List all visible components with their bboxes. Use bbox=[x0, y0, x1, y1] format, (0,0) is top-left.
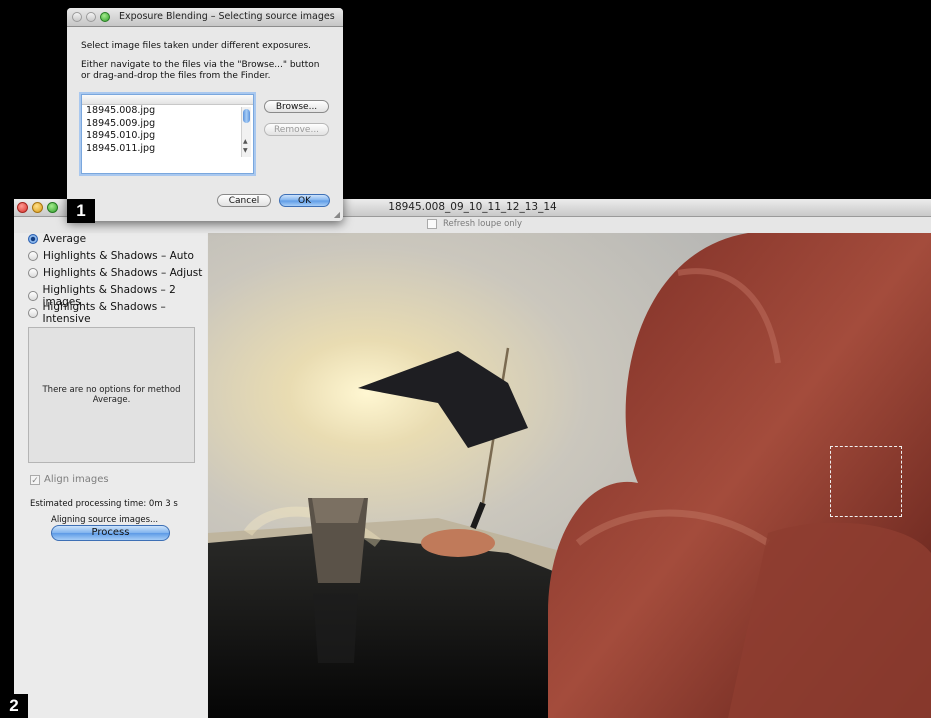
dialog-zoom-button[interactable] bbox=[100, 12, 110, 22]
list-item[interactable]: 18945.008.jpg bbox=[82, 105, 253, 118]
dialog-title: Exposure Blending – Selecting source ima… bbox=[119, 11, 335, 22]
radio-label: Highlights & Shadows – Adjust bbox=[43, 267, 203, 279]
dialog-titlebar: Exposure Blending – Selecting source ima… bbox=[67, 8, 343, 27]
align-images-checkbox[interactable]: ✓ Align images bbox=[30, 474, 109, 486]
align-images-label: Align images bbox=[44, 474, 109, 485]
radio-hs-adjust[interactable]: Highlights & Shadows – Adjust bbox=[28, 267, 202, 279]
radio-label: Highlights & Shadows – Auto bbox=[43, 250, 194, 262]
preview-photo-illustration bbox=[208, 233, 931, 718]
callout-badge-1: 1 bbox=[67, 199, 95, 223]
radio-icon[interactable] bbox=[28, 291, 38, 301]
radio-average[interactable]: Average bbox=[28, 233, 86, 245]
scroll-up-arrow-icon[interactable]: ▲ bbox=[243, 138, 248, 145]
dialog-close-button[interactable] bbox=[72, 12, 82, 22]
status-text: Aligning source images... bbox=[51, 515, 159, 525]
estimated-time: Estimated processing time: 0m 3 s bbox=[30, 499, 178, 509]
radio-icon[interactable] bbox=[28, 268, 38, 278]
method-options-box: There are no options for method Average. bbox=[28, 327, 195, 463]
cancel-button[interactable]: Cancel bbox=[217, 194, 271, 207]
scroll-down-arrow-icon[interactable]: ▼ bbox=[243, 147, 248, 154]
resize-grip-icon[interactable]: ◢ bbox=[334, 210, 340, 219]
method-panel: Average Highlights & Shadows – Auto High… bbox=[14, 233, 207, 718]
exposure-blending-dialog: Exposure Blending – Selecting source ima… bbox=[67, 8, 343, 221]
list-item[interactable]: 18945.011.jpg bbox=[82, 143, 253, 156]
refresh-loupe-label: Refresh loupe only bbox=[443, 219, 523, 229]
radio-icon[interactable] bbox=[28, 251, 38, 261]
dialog-instruction-1: Select image files taken under different… bbox=[81, 41, 312, 51]
browse-button[interactable]: Browse... bbox=[264, 100, 329, 113]
scroll-thumb[interactable] bbox=[243, 109, 250, 123]
list-item[interactable]: 18945.010.jpg bbox=[82, 130, 253, 143]
dialog-minimize-button[interactable] bbox=[86, 12, 96, 22]
radio-icon[interactable] bbox=[28, 308, 38, 318]
main-window: 18945.008_09_10_11_12_13_14 Refresh loup… bbox=[14, 199, 931, 718]
radio-hs-auto[interactable]: Highlights & Shadows – Auto bbox=[28, 250, 194, 262]
checkbox-icon[interactable] bbox=[427, 219, 437, 229]
file-list-header bbox=[82, 95, 253, 105]
loupe-selection[interactable] bbox=[830, 446, 902, 517]
checkmark-icon[interactable]: ✓ bbox=[30, 474, 40, 486]
list-item[interactable]: 18945.009.jpg bbox=[82, 118, 253, 131]
radio-label: Average bbox=[43, 233, 87, 245]
ok-button[interactable]: OK bbox=[279, 194, 330, 207]
instruction-line-1: Either navigate to the files via the "Br… bbox=[81, 60, 320, 70]
options-message: There are no options for method Average. bbox=[42, 385, 181, 405]
refresh-loupe-checkbox[interactable]: Refresh loupe only bbox=[427, 219, 522, 229]
radio-selected-icon[interactable] bbox=[28, 234, 38, 244]
dialog-instruction-2: Either navigate to the files via the "Br… bbox=[81, 60, 320, 82]
preview-image[interactable] bbox=[208, 233, 931, 718]
instruction-line-2: or drag-and-drop the files from the Find… bbox=[81, 71, 271, 81]
file-list-scrollbar[interactable]: ▲ ▼ bbox=[241, 107, 251, 157]
radio-label: Highlights & Shadows – Intensive bbox=[42, 301, 166, 325]
source-file-list[interactable]: 18945.008.jpg 18945.009.jpg 18945.010.jp… bbox=[81, 94, 254, 174]
process-button[interactable]: Process bbox=[51, 525, 170, 541]
radio-hs-intensive[interactable]: Highlights & Shadows – Intensive bbox=[28, 301, 207, 325]
callout-badge-2: 2 bbox=[0, 694, 28, 718]
remove-button[interactable]: Remove... bbox=[264, 123, 329, 136]
